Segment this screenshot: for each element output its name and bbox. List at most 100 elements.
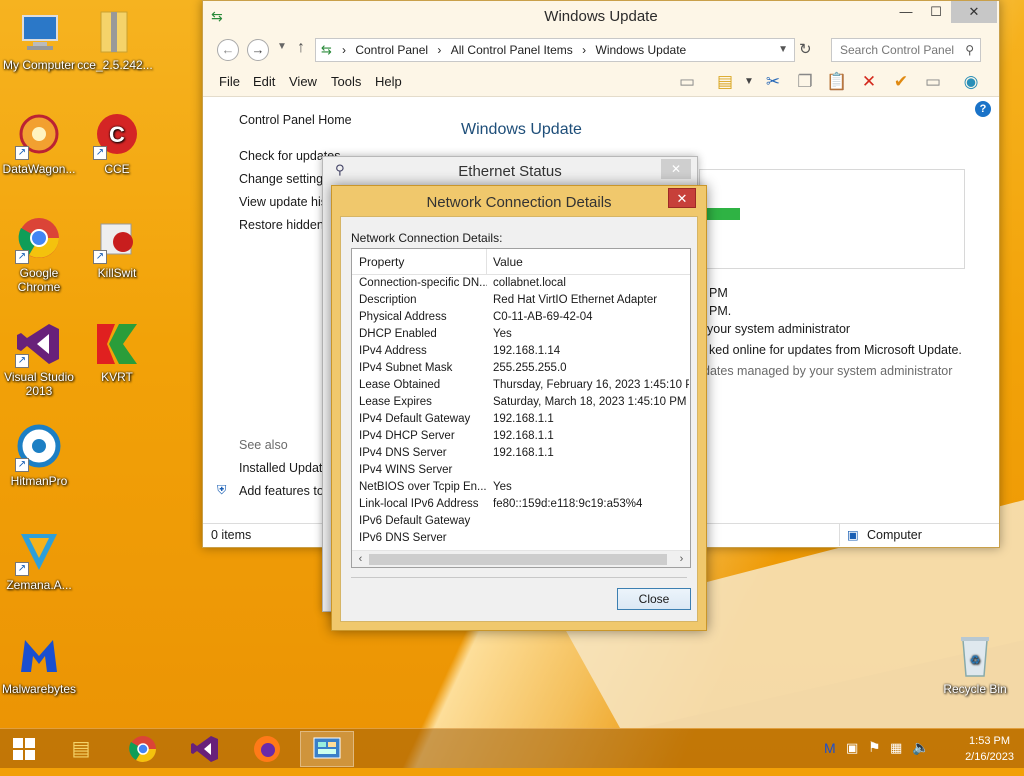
desktop-icon-malwarebytes[interactable]: Malwarebytes xyxy=(0,632,78,696)
desktop-icon-killswitch[interactable]: ↗ KillSwit xyxy=(78,216,156,280)
rename-icon[interactable]: ▭ xyxy=(921,71,945,93)
table-row[interactable]: IPv4 Subnet Mask 255.255.255.0 xyxy=(352,360,690,377)
details-list-view[interactable]: Property Value Connection-specific DN...… xyxy=(351,248,691,568)
desktop-icon-visual-studio[interactable]: ↗ Visual Studio 2013 xyxy=(0,320,78,398)
column-separator[interactable] xyxy=(486,249,487,275)
table-row[interactable]: Connection-specific DN... collabnet.local xyxy=(352,275,690,292)
recent-pages-dropdown[interactable]: ▼ xyxy=(277,41,287,52)
address-separator: › xyxy=(342,43,346,57)
desktop-icon-my-computer[interactable]: My Computer xyxy=(0,8,78,72)
column-header-property[interactable]: Property xyxy=(359,255,404,269)
breadcrumb-windows-update[interactable]: Windows Update xyxy=(596,43,687,57)
breadcrumb-all-items[interactable]: All Control Panel Items xyxy=(451,43,573,57)
item-count: 0 items xyxy=(211,528,252,542)
nav-view-update-history[interactable]: View update hist xyxy=(239,195,331,209)
nav-restore-hidden-updates[interactable]: Restore hidden u xyxy=(239,218,334,232)
menu-file[interactable]: File xyxy=(219,74,240,89)
window-titlebar[interactable]: ⇆ Windows Update — ☐ ✕ xyxy=(203,1,999,33)
malwarebytes-tray-icon[interactable]: M xyxy=(824,740,836,756)
table-row[interactable]: IPv4 DHCP Server 192.168.1.1 xyxy=(352,428,690,445)
table-row[interactable]: IPv6 DNS Server xyxy=(352,530,690,547)
address-dropdown-icon[interactable]: ▼ xyxy=(778,39,788,61)
up-button[interactable]: ↑ xyxy=(297,39,305,57)
table-row[interactable]: IPv4 Default Gateway 192.168.1.1 xyxy=(352,411,690,428)
options-dropdown-icon[interactable]: ▼ xyxy=(737,71,761,93)
property-cell: Lease Obtained xyxy=(359,379,441,391)
ethernet-titlebar[interactable]: ⚲ Ethernet Status ✕ xyxy=(323,157,697,185)
table-row[interactable]: Physical Address C0-11-AB-69-42-04 xyxy=(352,309,690,326)
taskbar-chrome[interactable] xyxy=(116,731,170,767)
property-cell: IPv6 Default Gateway xyxy=(359,515,471,527)
desktop-icon-cce-folder[interactable]: cce_2.5.242... xyxy=(76,8,154,72)
cut-icon[interactable]: ✂ xyxy=(761,71,785,93)
horizontal-scrollbar[interactable]: ‹ › xyxy=(352,550,690,567)
ethernet-close-button[interactable]: ✕ xyxy=(661,159,691,179)
properties-check-icon[interactable]: ✔ xyxy=(889,71,913,93)
copy-icon[interactable]: ❐ xyxy=(793,71,817,93)
table-row[interactable]: DHCP Enabled Yes xyxy=(352,326,690,343)
table-row[interactable]: Link-local IPv6 Address fe80::159d:e118:9… xyxy=(352,496,690,513)
layout-icon[interactable]: ▭ xyxy=(675,71,699,93)
table-row[interactable]: NetBIOS over Tcpip En... Yes xyxy=(352,479,690,496)
back-button[interactable]: ← xyxy=(217,39,239,61)
scroll-right-arrow-icon[interactable]: › xyxy=(673,551,690,567)
taskbar-firefox[interactable] xyxy=(240,731,294,767)
network-icon[interactable]: ▦ xyxy=(890,740,902,756)
volume-icon[interactable]: 🔈 xyxy=(912,739,929,756)
nav-add-features[interactable]: Add features to xyxy=(239,484,324,498)
desktop-icon-zemana[interactable]: ↗ Zemana.A... xyxy=(0,528,78,592)
table-row[interactable]: IPv4 WINS Server xyxy=(352,462,690,479)
help-icon[interactable]: ? xyxy=(975,101,991,117)
table-row[interactable]: Lease Expires Saturday, March 18, 2023 1:… xyxy=(352,394,690,411)
paste-icon[interactable]: 📋 xyxy=(825,71,849,93)
desktop-icon-kvrt[interactable]: KVRT xyxy=(78,320,156,384)
notification-icon[interactable]: ▣ xyxy=(846,740,858,756)
scroll-left-arrow-icon[interactable]: ‹ xyxy=(352,551,369,567)
content-title: Windows Update xyxy=(461,121,582,138)
taskbar-visual-studio[interactable] xyxy=(178,731,232,767)
property-cell: Link-local IPv6 Address xyxy=(359,498,479,510)
menu-edit[interactable]: Edit xyxy=(253,74,275,89)
table-row[interactable]: Lease Obtained Thursday, February 16, 202… xyxy=(352,377,690,394)
desktop-icon-recycle-bin[interactable]: ♻ Recycle Bin xyxy=(936,632,1014,696)
minimize-button[interactable]: — xyxy=(891,1,921,23)
desktop-icon-cce[interactable]: C ↗ CCE xyxy=(78,112,156,176)
scroll-thumb[interactable] xyxy=(369,554,667,565)
forward-button[interactable]: → xyxy=(247,39,269,61)
menu-view[interactable]: View xyxy=(289,74,317,89)
globe-icon[interactable]: ◉ xyxy=(959,71,983,93)
clock[interactable]: 1:53 PM 2/16/2023 xyxy=(965,733,1014,765)
details-close-x-button[interactable]: ✕ xyxy=(668,188,696,208)
table-row[interactable]: IPv6 Default Gateway xyxy=(352,513,690,530)
menu-help[interactable]: Help xyxy=(375,74,402,89)
close-button[interactable]: Close xyxy=(617,588,691,610)
delete-icon[interactable]: ✕ xyxy=(857,71,881,93)
menu-tools[interactable]: Tools xyxy=(331,74,361,89)
table-row[interactable]: IPv4 DNS Server 192.168.1.1 xyxy=(352,445,690,462)
desktop-icon-google-chrome[interactable]: ↗ Google Chrome xyxy=(0,216,78,294)
taskbar-control-panel[interactable] xyxy=(300,731,354,767)
close-button[interactable]: ✕ xyxy=(951,1,997,23)
breadcrumb-control-panel[interactable]: Control Panel xyxy=(355,43,428,57)
search-input[interactable]: Search Control Panel ⚲ xyxy=(831,38,981,62)
desktop-icon-hitmanpro[interactable]: ↗ HitmanPro xyxy=(0,424,78,488)
column-header-value[interactable]: Value xyxy=(493,255,523,269)
taskbar-file-explorer[interactable]: ▤ xyxy=(54,731,108,767)
nav-change-settings[interactable]: Change settings xyxy=(239,172,329,186)
table-row[interactable]: IPv4 Address 192.168.1.14 xyxy=(352,343,690,360)
table-row[interactable]: Description Red Hat VirtIO Ethernet Adapt… xyxy=(352,292,690,309)
desktop-icon-datawagon[interactable]: ↗ DataWagon... xyxy=(0,112,78,176)
refresh-icon[interactable]: ↻ xyxy=(799,40,812,58)
start-button[interactable] xyxy=(0,731,48,767)
nav-control-panel-home[interactable]: Control Panel Home xyxy=(239,113,352,127)
value-cell: 192.168.1.14 xyxy=(493,345,561,357)
details-titlebar[interactable]: Network Connection Details ✕ xyxy=(332,186,706,216)
flag-icon[interactable]: ⚑ xyxy=(868,739,881,756)
value-cell: fe80::159d:e118:9c19:a53%4 xyxy=(493,498,643,510)
address-bar[interactable]: ⇆ › Control Panel › All Control Panel It… xyxy=(315,38,795,62)
maximize-button[interactable]: ☐ xyxy=(921,1,951,23)
folder-options-icon[interactable]: ▤ xyxy=(713,71,737,93)
property-cell: Physical Address xyxy=(359,311,447,323)
address-row: ← → ▼ ↑ ⇆ › Control Panel › All Control … xyxy=(203,33,999,67)
nav-installed-updates[interactable]: Installed Update xyxy=(239,461,329,475)
